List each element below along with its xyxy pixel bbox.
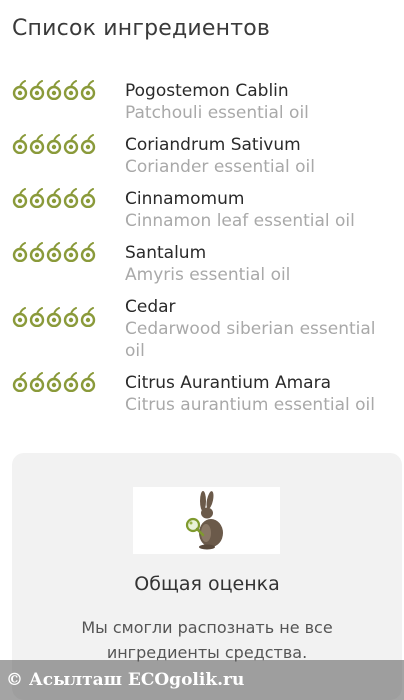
rating-drop-icon	[80, 188, 96, 208]
rating-drop-icon	[46, 307, 62, 327]
summary-text: Мы смогли распознать не все ингредиенты …	[81, 618, 333, 662]
rating-drop-icon	[46, 242, 62, 262]
rating-drop-icon	[63, 134, 79, 154]
ingredient-row[interactable]: Coriandrum Sativum Coriander essential o…	[0, 134, 404, 188]
rating-drop-icon	[80, 134, 96, 154]
rating-drop-icon	[12, 372, 28, 392]
ingredient-description: Amyris essential oil	[125, 265, 291, 285]
rating-drop-icon	[29, 372, 45, 392]
rating-icons	[0, 242, 125, 262]
ingredient-description: Patchouli essential oil	[125, 103, 309, 123]
ingredient-name: Citrus Aurantium Amara	[125, 373, 332, 393]
rating-drop-icon	[29, 80, 45, 100]
rating-drop-icon	[46, 372, 62, 392]
rating-drop-icon	[29, 242, 45, 262]
rating-drop-icon	[63, 188, 79, 208]
rating-drop-icon	[12, 242, 28, 262]
rating-drop-icon	[63, 307, 79, 327]
rating-drop-icon	[12, 80, 28, 100]
ingredient-description: Coriander essential oil	[125, 157, 316, 177]
rating-icons	[0, 372, 125, 392]
ingredient-row[interactable]: Pogostemon Cablin Patchouli essential oi…	[0, 80, 404, 134]
rabbit-magnifier-icon	[133, 487, 280, 554]
rating-drop-icon	[29, 307, 45, 327]
ingredient-description: Cinnamon leaf essential oil	[125, 211, 355, 231]
ingredient-name: Santalum	[125, 243, 207, 263]
summary-title: Общая оценка	[134, 573, 280, 595]
ingredient-name: Cedar	[125, 297, 176, 317]
page-title: Список ингредиентов	[12, 16, 271, 41]
rating-drop-icon	[29, 134, 45, 154]
rating-icons	[0, 134, 125, 154]
ingredient-row[interactable]: Santalum Amyris essential oil	[0, 242, 404, 296]
rating-drop-icon	[12, 188, 28, 208]
rating-drop-icon	[80, 372, 96, 392]
rating-drop-icon	[46, 134, 62, 154]
ingredient-row[interactable]: Cedar Cedarwood siberian essential oil	[0, 296, 404, 372]
rating-drop-icon	[63, 80, 79, 100]
ingredient-description: Cedarwood siberian essential oil	[125, 319, 376, 361]
ingredient-row[interactable]: Citrus Aurantium Amara Citrus aurantium …	[0, 372, 404, 426]
rating-drop-icon	[46, 80, 62, 100]
ingredient-description: Citrus aurantium essential oil	[125, 395, 375, 415]
ingredient-name: Coriandrum Sativum	[125, 135, 301, 155]
rating-icons	[0, 80, 125, 100]
ingredient-row[interactable]: Cinnamomum Cinnamon leaf essential oil	[0, 188, 404, 242]
rating-icons	[0, 188, 125, 208]
rating-drop-icon	[63, 372, 79, 392]
rating-drop-icon	[80, 242, 96, 262]
rating-drop-icon	[80, 307, 96, 327]
rating-drop-icon	[12, 134, 28, 154]
ingredient-list: Pogostemon Cablin Patchouli essential oi…	[0, 80, 404, 426]
rating-drop-icon	[29, 188, 45, 208]
rating-drop-icon	[12, 307, 28, 327]
rating-drop-icon	[63, 242, 79, 262]
watermark: © Асылташ ECOgolik.ru	[0, 660, 404, 700]
rating-icons	[0, 307, 125, 327]
ingredient-name: Cinnamomum	[125, 189, 245, 209]
rating-drop-icon	[80, 80, 96, 100]
rating-drop-icon	[46, 188, 62, 208]
ingredient-name: Pogostemon Cablin	[125, 81, 289, 101]
